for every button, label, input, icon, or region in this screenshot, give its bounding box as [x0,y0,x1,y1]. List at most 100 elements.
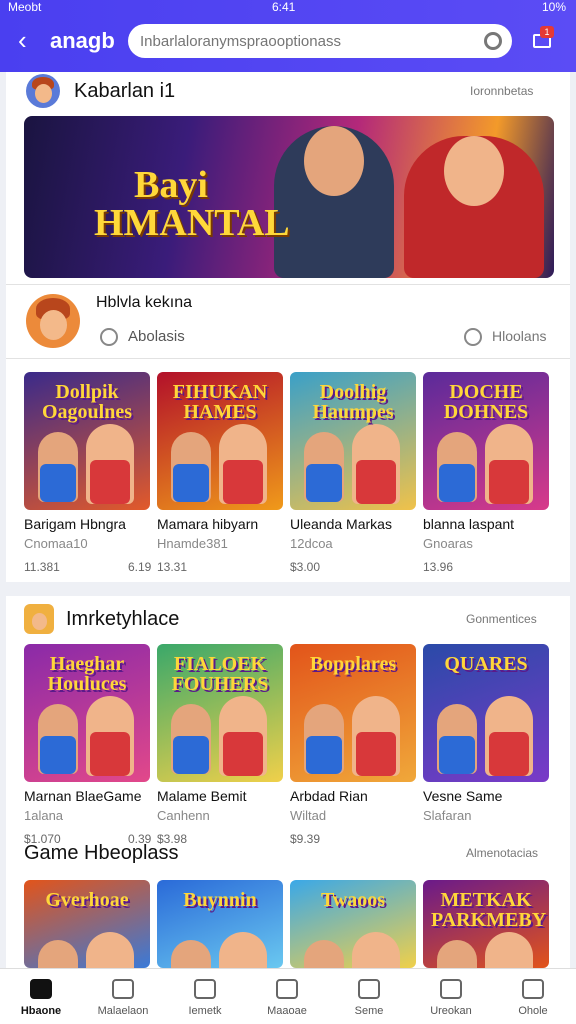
tiles2-tile-price: $9.39 [290,832,321,846]
nav-item-6[interactable]: Ohole [492,969,574,1024]
tiles1-tile[interactable]: Dollpik Oagoulnes [24,372,150,510]
marketplace-title: Imrketyhlace [66,608,180,630]
sub-link[interactable]: Hloolans [492,328,546,344]
divider [6,358,570,359]
cart-badge: 1 [540,26,554,38]
clock: 6:41 [272,0,296,14]
tiles2-tile-sub: Slafaran [423,808,472,823]
nav-item-4[interactable]: Seme [328,969,410,1024]
tiles3-tile-art-title: METKAK PARKMEBY [431,889,547,931]
tiles1-tile-art-title: Dollpik Oagoulnes [41,381,133,423]
tiles2-tile[interactable]: Haeghar Houluces [24,644,150,782]
tiles2-tile-name: Arbdad Rian [290,788,368,804]
tiles2-tile-sub: 1alana [24,808,64,823]
nav-icon [440,979,462,999]
tiles1-tile-sub: Hnamde381 [157,536,228,551]
tiles2-tile-art-title: Haeghar Houluces [47,653,127,695]
tiles3-tile[interactable]: METKAK PARKMEBY [423,880,549,968]
sub-search-label[interactable]: Abolasis [128,328,185,345]
tiles2-tile[interactable]: QUARES [423,644,549,782]
hero-banner[interactable]: Bayi HMANTAL [24,116,554,278]
nav-item-5[interactable]: Ureokan [410,969,492,1024]
divider [6,284,570,285]
search-input[interactable] [140,29,470,53]
tiles3-tile[interactable]: Gverhoae [24,880,150,968]
marketplace-link[interactable]: Gonmentices [466,612,537,626]
section-avatar [26,74,60,108]
tiles2-tile-name: Marnan BlaeGame [24,788,142,804]
filter-icon[interactable] [464,328,482,346]
nav-label: Seme [354,1005,384,1017]
tiles1-tile-name: Mamara hibyarn [157,516,259,532]
tiles1-tile[interactable]: Doolhig Haumpes [290,372,416,510]
search-bar[interactable] [128,24,512,58]
tiles1-tile-extra: 6.19 [128,560,152,574]
tiles2-tile-name: Vesne Same [423,788,503,804]
tiles1-tile-price: 11.381 [24,560,60,574]
tiles3-tile[interactable]: Buynnin [157,880,283,968]
back-arrow-icon[interactable]: ‹ [18,26,40,54]
battery-label: 10% [541,0,566,14]
tiles1-tile-price: $3.00 [290,560,321,574]
nav-icon [194,979,216,999]
status-bar: Meobt 6:41 10% [0,0,576,16]
tiles1-tile[interactable]: FIHUKAN HAMES [157,372,283,510]
section-link[interactable]: Ioronnbetas [470,84,533,98]
app-header: Meobt 6:41 10% ‹ anagb 1 [0,0,576,72]
marketplace-icon [24,604,54,634]
tiles1-tile-price: 13.31 [157,560,188,574]
tiles2-tile-name: Malame Bemit [157,788,247,804]
bottom-navigation: Hbaone Malaelaon Iemetk Maaoae Seme Ureokan Oh… [0,968,576,1024]
banner-title-line-1: Bayi [134,164,208,206]
home-icon [30,979,52,999]
tiles3-tile-art-title: Buynnin [183,889,257,911]
tiles1-tile-name: Barigam Hbngra [24,516,126,532]
tiles1-tile-art-title: Doolhig Haumpes [312,381,394,423]
nav-item-3[interactable]: Maaoae [246,969,328,1024]
tiles2-tile-art-title: QUARES [444,653,528,675]
tiles1-tile-name: Uleanda Markas [290,516,392,532]
nav-icon [522,979,544,999]
nav-item-2[interactable]: Iemetk [164,969,246,1024]
tiles1-tile-sub: Gnoaras [423,536,473,551]
tiles3-tile-art-title: Gverhoae [45,889,129,911]
section-title: Kabarlan i1 [74,80,176,102]
nav-label: Ureokan [430,1005,472,1017]
tiles1-tile-sub: Cnomaa10 [24,536,88,551]
tiles2-tile[interactable]: FIALOEK FOUHERS [157,644,283,782]
tiles1-tile-price: 13.96 [423,560,454,574]
game-section-title: Game Hbeoplass [24,842,179,864]
nav-label: Ohole [518,1005,548,1017]
nav-item-1[interactable]: Malaelaon [82,969,164,1024]
banner-title: Bayi HMANTAL [94,166,290,242]
tiles2-tile-art-title: FIALOEK FOUHERS [171,653,269,695]
tiles1-tile-name: blanna laspant [423,516,515,532]
carrier-label: Meobt [8,0,42,14]
search-icon[interactable] [484,32,502,50]
featured-card: Kabarlan i1 Ioronnbetas Bayi HMANTAL Hbl… [6,72,570,582]
game-section-link[interactable]: Almenotacias [466,846,538,860]
nav-icon [112,979,134,999]
tiles2-tile-sub: Canhenn [157,808,210,823]
banner-character-2 [404,136,544,278]
nav-label: Malaelaon [97,1005,149,1017]
banner-character-1 [274,126,394,278]
tiles1-tile-sub: 12dcoa [290,536,333,551]
nav-icon [358,979,380,999]
tiles1-tile[interactable]: DOCHE DOHNES [423,372,549,510]
tiles2-tile[interactable]: Bopplares [290,644,416,782]
tiles2-tile-sub: Wiltad [290,808,327,823]
nav-label: Hbaone [20,1005,62,1017]
cart-button[interactable]: 1 [530,24,556,52]
tiles3-tile-art-title: Twaoos [320,889,386,911]
tiles2-tile-art-title: Bopplares [309,653,397,675]
tiles3-tile[interactable]: Twaoos [290,880,416,968]
tiles1-tile-art-title: DOCHE DOHNES [443,381,529,423]
sub-search-icon[interactable] [100,328,118,346]
tiles1-tile-art-title: FIHUKAN HAMES [172,381,268,423]
nav-icon [276,979,298,999]
nav-item-0[interactable]: Hbaone [0,969,82,1024]
sub-avatar [26,294,80,348]
sub-row-title: Hblvla kekına [96,294,193,311]
nav-label: Maaoae [267,1005,307,1017]
